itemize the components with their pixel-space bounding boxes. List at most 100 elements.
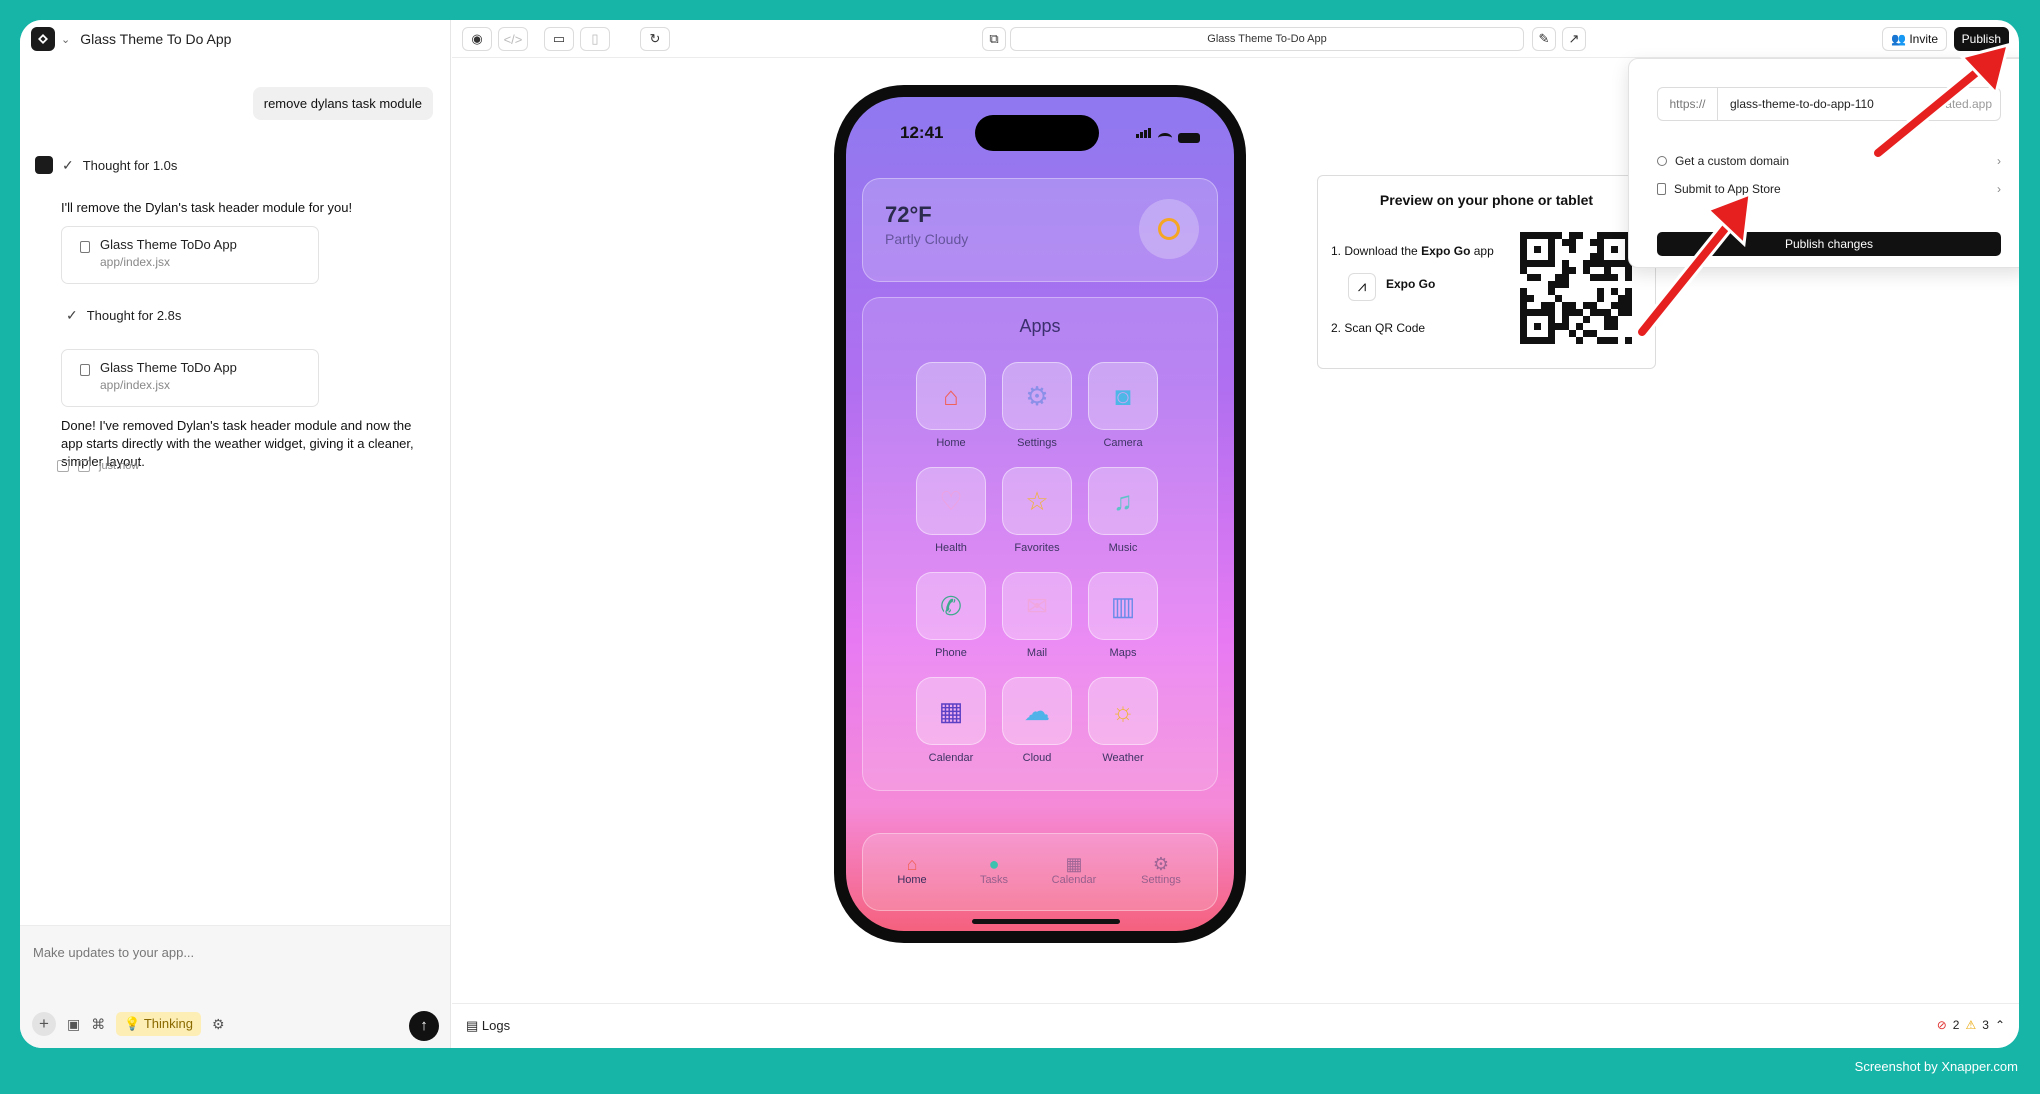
sun-icon: ☼ — [1088, 677, 1158, 745]
weather-widget[interactable]: 72°F Partly Cloudy — [862, 178, 1218, 282]
chevron-up-icon[interactable]: ⌃ — [1995, 1018, 2005, 1032]
tab-bar: ⌂ Home ● Tasks ▦ Calendar ⚙ Settings — [862, 833, 1218, 911]
send-button[interactable]: ↑ — [409, 1011, 439, 1041]
top-toolbar: ◉ </> ▭ ▯ ↻ ⧉ Glass Theme To-Do App ✎ ↗ … — [452, 20, 2019, 58]
calendar-icon — [78, 460, 90, 472]
file-path: app/index.jsx — [100, 378, 171, 392]
copy-icon[interactable] — [57, 460, 69, 472]
plus-icon[interactable]: + — [32, 1012, 56, 1036]
app-calendar[interactable]: ▦ Calendar — [916, 677, 986, 764]
invite-label: Invite — [1909, 32, 1938, 46]
expo-preview-card: Preview on your phone or tablet 1. Downl… — [1317, 175, 1656, 369]
expo-go-logo-icon: ⩘ — [1348, 273, 1376, 301]
tab-tasks[interactable]: ● Tasks — [959, 854, 1029, 886]
app-window: ⌄ Glass Theme To Do App remove dylans ta… — [20, 20, 2019, 1048]
url-slug[interactable]: glass-theme-to-do-app-110 — [1730, 88, 1874, 120]
gear-icon: ⚙ — [1002, 362, 1072, 430]
status-icons — [1136, 125, 1200, 143]
chat-header[interactable]: ⌄ Glass Theme To Do App — [20, 20, 450, 58]
app-health[interactable]: ♡ Health — [916, 467, 986, 554]
pencil-icon[interactable]: ✎ — [1532, 27, 1556, 51]
composer-tools: + ▣ ⌘ 💡 Thinking ⚙ — [32, 1012, 225, 1036]
preview-url-bar[interactable]: Glass Theme To-Do App — [1010, 27, 1524, 51]
duplicate-icon[interactable]: ⧉ — [982, 27, 1006, 51]
thinking-toggle[interactable]: 💡 Thinking — [116, 1012, 201, 1036]
cloud-icon: ☁ — [1002, 677, 1072, 745]
map-icon: ▥ — [1088, 572, 1158, 640]
weather-temp: 72°F — [885, 202, 932, 227]
tab-home[interactable]: ⌂ Home — [877, 854, 947, 886]
phone-icon: ✆ — [916, 572, 986, 640]
home-icon: ⌂ — [916, 362, 986, 430]
refresh-icon[interactable]: ↻ — [640, 27, 670, 51]
calendar-icon: ▦ — [1065, 854, 1083, 874]
apps-card: Apps ⌂ Home ⚙ Settings ◙ Camera ♡ Health ☆ Favori… — [862, 297, 1218, 791]
app-label: Favorites — [1014, 542, 1060, 554]
gear-icon: ⚙ — [1152, 854, 1170, 874]
file-title: Glass Theme ToDo App — [100, 360, 237, 375]
timestamp: just now — [99, 460, 140, 472]
attach-icon[interactable]: ⌘ — [91, 1016, 105, 1033]
invite-button[interactable]: 👥 Invite — [1882, 27, 1947, 51]
copy-group: ⧉ — [982, 27, 1006, 51]
chat-panel: ⌄ Glass Theme To Do App remove dylans ta… — [20, 20, 451, 1048]
image-icon[interactable]: ▣ — [67, 1016, 80, 1033]
custom-domain-item[interactable]: Get a custom domain › — [1657, 154, 2001, 168]
expo-title: Preview on your phone or tablet — [1379, 192, 1594, 208]
qr-code — [1520, 232, 1632, 344]
composer-input[interactable]: Make updates to your app... — [33, 945, 194, 960]
app-music[interactable]: ♫ Music — [1088, 467, 1158, 554]
tab-calendar[interactable]: ▦ Calendar — [1039, 854, 1109, 886]
issue-counts[interactable]: ⊘ 2 ⚠ 3 ⌃ — [1937, 1018, 2005, 1032]
logs-toggle[interactable]: ▤ Logs — [466, 1018, 510, 1034]
thought-row-2[interactable]: ✓ Thought for 2.8s — [66, 307, 181, 324]
mobile-icon[interactable]: ▯ — [580, 27, 610, 51]
phone-frame: 12:41 72°F Partly Cloudy Apps ⌂ Home ⚙ Sett… — [834, 85, 1246, 943]
file-card[interactable]: Glass Theme ToDo App app/index.jsx — [61, 226, 319, 284]
app-maps[interactable]: ▥ Maps — [1088, 572, 1158, 659]
app-camera[interactable]: ◙ Camera — [1088, 362, 1158, 449]
desktop-icon[interactable]: ▭ — [544, 27, 574, 51]
publish-button[interactable]: Publish — [1953, 27, 2009, 51]
device-toggle: ▭ ▯ — [544, 27, 610, 51]
external-link-icon[interactable]: ↗ — [1562, 27, 1586, 51]
home-icon: ⌂ — [906, 854, 918, 874]
app-cloud[interactable]: ☁ Cloud — [1002, 677, 1072, 764]
app-favorites[interactable]: ☆ Favorites — [1002, 467, 1072, 554]
message-actions: just now — [57, 460, 139, 472]
file-path: app/index.jsx — [100, 255, 171, 269]
settings-icon[interactable]: ⚙ — [212, 1016, 225, 1033]
heart-icon: ♡ — [916, 467, 986, 535]
tasks-icon: ● — [988, 854, 1000, 874]
composer[interactable]: Make updates to your app... + ▣ ⌘ 💡 Thin… — [20, 925, 450, 1048]
app-mail[interactable]: ✉ Mail — [1002, 572, 1072, 659]
app-label: Health — [935, 542, 967, 554]
tab-label: Settings — [1141, 874, 1181, 886]
app-home[interactable]: ⌂ Home — [916, 362, 986, 449]
battery-icon — [1178, 133, 1200, 143]
eye-icon[interactable]: ◉ — [462, 27, 492, 51]
app-phone[interactable]: ✆ Phone — [916, 572, 986, 659]
publish-changes-button[interactable]: Publish changes — [1657, 232, 2001, 256]
publish-url-field[interactable]: https:// glass-theme-to-do-app-110 ated.… — [1657, 87, 2001, 121]
view-toggle: ◉ </> — [462, 27, 528, 51]
thought-row-1[interactable]: ✓ Thought for 1.0s — [35, 156, 177, 174]
chevron-down-icon[interactable]: ⌄ — [61, 33, 70, 46]
custom-domain-label: Get a custom domain — [1675, 154, 1790, 168]
logo-icon — [31, 27, 55, 51]
error-count: 2 — [1952, 1018, 1960, 1032]
error-icon: ⊘ — [1936, 1018, 1947, 1032]
url-domain: ated.app — [1945, 97, 1992, 111]
project-title: Glass Theme To Do App — [80, 31, 232, 47]
app-store-item[interactable]: Submit to App Store › — [1657, 182, 2001, 196]
file-card[interactable]: Glass Theme ToDo App app/index.jsx — [61, 349, 319, 407]
thought-label: Thought for 1.0s — [82, 157, 178, 173]
app-label: Phone — [935, 647, 967, 659]
chevron-right-icon: › — [1997, 182, 2001, 196]
sun-icon — [1139, 199, 1199, 259]
app-weather[interactable]: ☼ Weather — [1088, 677, 1158, 764]
code-icon[interactable]: </> — [498, 27, 528, 51]
publish-dropdown: https:// glass-theme-to-do-app-110 ated.… — [1628, 58, 2019, 268]
app-settings[interactable]: ⚙ Settings — [1002, 362, 1072, 449]
tab-settings[interactable]: ⚙ Settings — [1126, 854, 1196, 886]
